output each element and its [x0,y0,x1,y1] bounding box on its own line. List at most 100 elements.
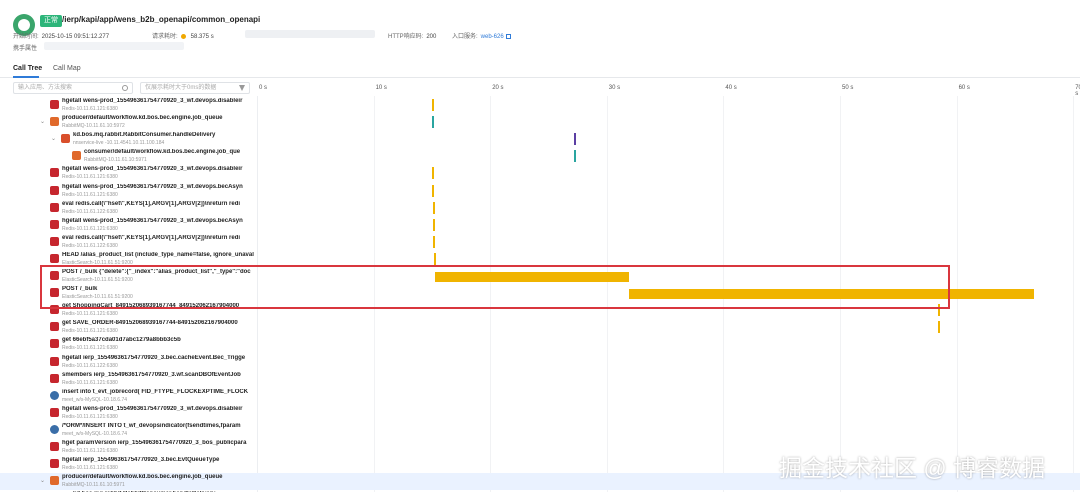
call-tree-row[interactable]: eval redis.call(\"hset\",KEYS[1],ARGV[1]… [0,234,1080,251]
expand-chevron-icon[interactable]: ⌄ [40,477,45,484]
mysql-icon [50,424,59,434]
row-title: hgetall wens-prod_155496361754770920_3_w… [62,166,243,173]
row-subtitle: meet_w/s-MySQL-10.18.6.74 [62,396,128,403]
redis-icon [50,185,59,195]
watermark: 掘金技术社区 @ 博睿数据 [779,455,1046,481]
redacted-field [245,30,375,38]
timeline-span-bar[interactable] [433,252,437,265]
timeline-tick-label: 60 s [958,85,970,91]
kd-icon [61,134,70,144]
call-tree-row[interactable]: /*ORM*/INSERT INTO t_wf_devopsindicator(… [0,422,1080,439]
redis-icon [50,459,59,469]
row-subtitle: Redis-10.11.61.121:6380 [62,191,118,198]
external-link-icon [505,33,511,39]
mq-icon [50,476,59,486]
row-title: hget paramVersion ierp_15549636175477092… [62,440,247,446]
es-icon [50,253,59,263]
call-tree-row[interactable]: ⌄ producer/default/workflow.kd.bos.bec.en… [0,114,1080,131]
mq-icon [72,151,81,161]
row-title: consumer/default/workflow.kd.bos.bec.eng… [84,149,241,156]
call-tree-row[interactable]: eval redis.call(\"hset\",KEYS[1],ARGV[1]… [0,200,1080,217]
tab-call-tree[interactable]: Call Tree [13,65,42,72]
call-tree-row[interactable]: hgetall wens-prod_155496361754770920_3_w… [0,405,1080,422]
toolbar: 输入应用、方法搜索 仅展示耗时大于0ms的数据 0 s 10 s 20 s 30 s 4… [0,80,1080,97]
call-tree-row[interactable]: smembers ierp_155496361754770920_3.wf.sc… [0,371,1080,388]
search-icon [122,85,128,91]
row-title: eval redis.call(\"hset\",KEYS[1],ARGV[1]… [62,234,241,241]
redis-icon [50,202,59,212]
timeline-span-bar[interactable] [431,116,434,129]
redis-icon [50,373,59,383]
row-title: producer/default/workflow.kd.bos.bec.eng… [62,115,223,122]
page-title: /ierp/kapi/app/wens_b2b_openapi/common_o… [62,15,261,24]
entry-service[interactable]: 入口服务: web-626 [452,31,511,40]
row-subtitle: Redis-10.11.61.121:6380 [62,345,118,352]
expand-chevron-icon[interactable]: ⌄ [40,118,45,125]
timeline-span-bar[interactable] [432,201,435,214]
timeline-tick-label: 30 s [608,85,621,91]
row-title: hgetall ierp_155496361754770920_3.bec.ca… [62,354,246,361]
row-subtitle: Redis-10.11.61.121:6380 [62,328,118,335]
timeline-tick-label: 10 s [375,85,387,91]
row-subtitle: Redis-10.11.61.121:6380 [62,106,118,112]
call-tree-row[interactable]: hgetall wens-prod_155496361754770920_3_w… [0,217,1080,234]
row-title: /*ORM*/INSERT INTO t_wf_devopsindicator(… [62,422,241,429]
timeline-span-bar[interactable] [432,218,435,231]
call-tree-row[interactable]: hgetall wens-prod_155496361754770920_3_w… [0,165,1080,182]
redis-icon [50,100,59,109]
timeline-span-bar[interactable] [431,167,434,180]
timeline-span-bar[interactable] [937,321,940,334]
row-title: kd.bos.mq.rabbit.RabbitConsumer.handleDe… [73,132,216,139]
row-title: get SAVE_ORDER-849152068939167744-849152… [62,320,238,327]
row-title: producer/default/workflow.kd.bos.bec.eng… [62,474,223,481]
row-subtitle: RabbitMQ-10.11.61.10:5971 [62,482,125,489]
timeline-span-bar[interactable] [573,150,576,163]
row-subtitle: Redis-10.11.61.121:6380 [62,448,118,454]
row-title: HEAD /alias_product_list (include_type_n… [62,251,254,258]
row-subtitle: Redis-10.11.61.122:6380 [62,362,118,369]
call-tree-row[interactable]: get SAVE_ORDER-849152068939167744-849152… [0,319,1080,336]
call-tree-row[interactable]: hgetall wens-prod_155496361754770920_3_w… [0,97,1080,114]
expand-chevron-icon[interactable]: ⌄ [51,135,56,142]
row-title: hgetall wens-prod_155496361754770920_3_w… [62,183,243,190]
trace-header: 正常 /ierp/kapi/app/wens_b2b_openapi/commo… [0,0,1080,60]
row-subtitle: Redis-10.11.61.121:6380 [62,379,118,386]
call-tree-row[interactable]: consumer/default/workflow.kd.bos.bec.eng… [0,148,1080,165]
redis-icon [50,236,59,246]
search-input[interactable]: 输入应用、方法搜索 [13,82,133,94]
row-title: eval redis.call(\"hset\",KEYS[1],ARGV[1]… [62,200,241,207]
mysql-icon [50,390,59,400]
view-tabs: Call Tree Call Map [0,62,1080,78]
timeline-span-bar[interactable] [431,184,434,197]
redis-icon [50,339,59,349]
call-tree-row[interactable]: hgetall ierp_155496361754770920_3.bec.ca… [0,354,1080,371]
row-subtitle: RabbitMQ-10.11.61.10:5972 [62,123,125,130]
redis-icon [50,322,59,332]
row-title: hgetall wens-prod_155496361754770920_3_w… [62,217,243,224]
timeline-tick-label: 70 s [1075,85,1080,97]
row-subtitle: Redis-10.11.61.121:6380 [62,465,118,472]
timeline-tick-label: 50 s [842,85,854,91]
start-time: 开始时间: 2025-10-15 09:51:12.277 [13,34,110,40]
call-tree-row[interactable]: get 66ebf5a37cda01d7abc1279a8bbb3c5b Redi… [0,336,1080,353]
timeline-span-bar[interactable] [573,133,576,146]
call-tree-row[interactable]: insert into t_evt_jobrecord( FID_FTYPE_F… [0,388,1080,405]
call-tree-row[interactable]: hgetall wens-prod_155496361754770920_3_w… [0,183,1080,200]
row-subtitle: Redis-10.11.61.121:6380 [62,225,118,232]
filter-icon [239,85,245,91]
row-subtitle: Redis-10.11.61.122:6380 [62,242,118,249]
tab-call-map[interactable]: Call Map [53,65,81,72]
timeline-tick-label: 0 s [259,85,268,91]
call-tree-row[interactable]: ⌄ kd.bos.mq.rabbit.RabbitConsumer.handleD… [0,131,1080,148]
row-title: hgetall wens-prod_155496361754770920_3_w… [62,405,243,412]
redis-icon [50,442,59,451]
row-title: hgetall ierp_155496361754770920_3.bec.Ev… [62,457,220,464]
timeline-tick-label: 40 s [725,85,737,91]
filter-input[interactable]: 仅展示耗时大于0ms的数据 [140,82,250,94]
duration: 请求耗时: 58.375 s [152,33,214,40]
duration-dot-icon [180,33,186,39]
highlight-box [40,265,950,309]
row-title: smembers ierp_155496361754770920_3.wf.sc… [62,371,241,378]
timeline-span-bar[interactable] [432,235,435,248]
timeline-span-bar[interactable] [431,99,434,111]
